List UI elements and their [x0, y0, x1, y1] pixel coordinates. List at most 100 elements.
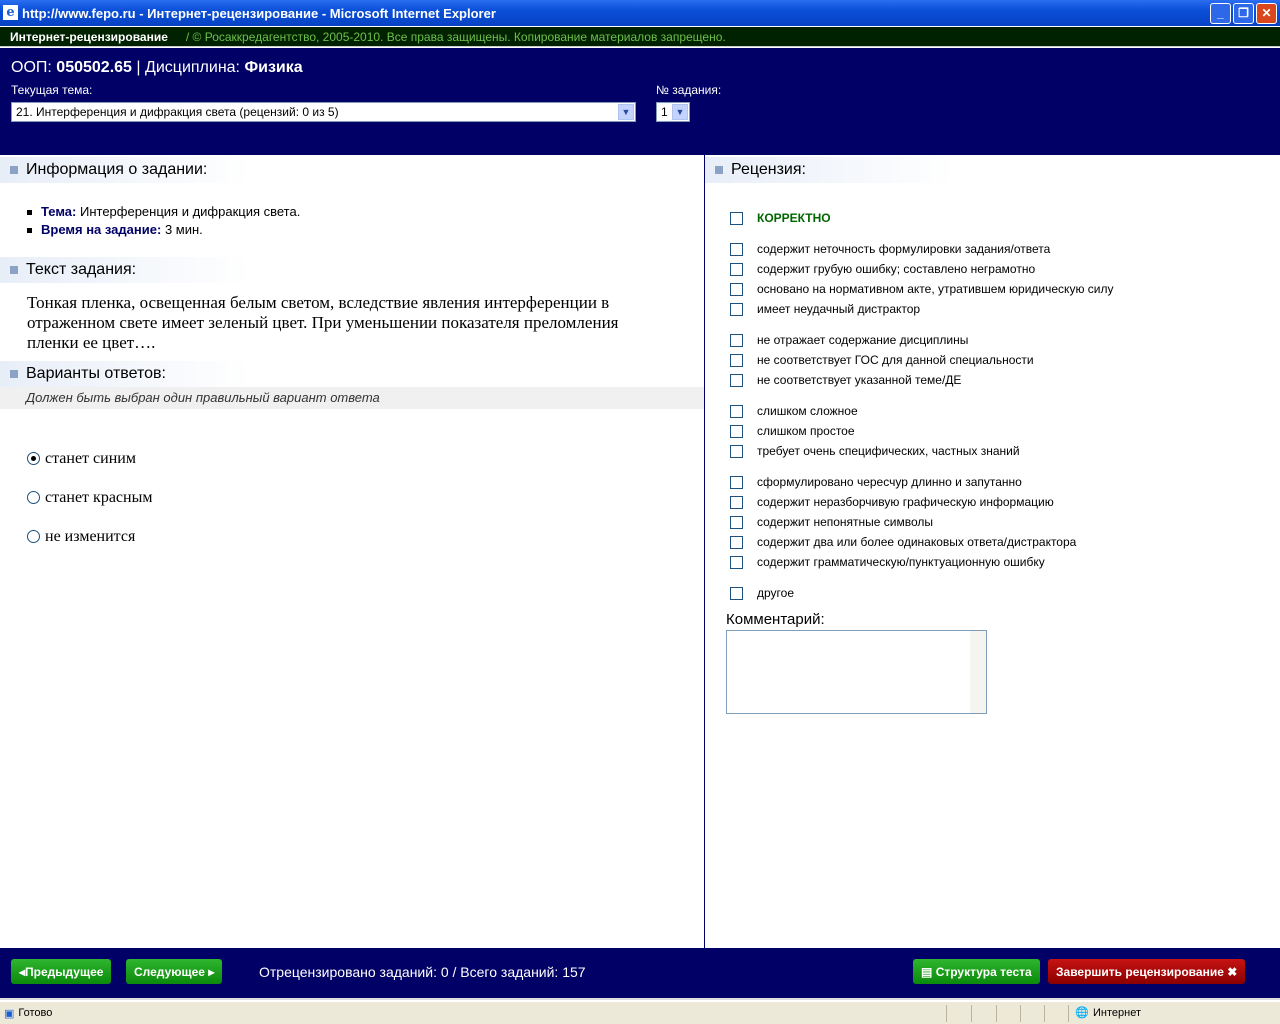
question-text: Тонкая пленка, освещенная белым светом, …	[27, 293, 619, 352]
topic-select[interactable]: 21. Интерференция и дифракция света (рец…	[11, 102, 636, 122]
checkbox-label: содержит два или более одинаковых ответа…	[757, 535, 1077, 549]
copyright: / © Росаккредагентство, 2005-2010. Все п…	[185, 29, 726, 44]
checkbox[interactable]	[730, 586, 743, 600]
checkbox-label: имеет неудачный дистрактор	[757, 302, 921, 316]
status-bar: ▣ Готово 🌐 Интернет	[0, 1002, 1280, 1024]
review-checkbox-item[interactable]: содержит непонятные символы	[730, 512, 1280, 532]
radio[interactable]	[27, 491, 40, 504]
finish-review-button[interactable]: Завершить рецензирование ✖	[1048, 959, 1246, 984]
checkbox[interactable]	[730, 424, 743, 438]
structure-label: Структура теста	[935, 964, 1032, 979]
review-checkbox-item[interactable]: имеет неудачный дистрактор	[730, 299, 1280, 319]
bullet-icon	[10, 370, 18, 378]
answer-options: станет синим станет красным не изменится	[0, 409, 704, 556]
topic-select-value: 21. Интерференция и дифракция света (рец…	[16, 105, 339, 119]
progress-text: Отрецензировано заданий: 0 / Всего задан…	[259, 964, 586, 980]
review-checkbox-item[interactable]: требует очень специфических, частных зна…	[730, 441, 1280, 461]
review-checkbox-item[interactable]: содержит грамматическую/пунктуационную о…	[730, 552, 1280, 572]
checkbox-label: содержит непонятные символы	[757, 515, 934, 529]
checkbox[interactable]	[730, 555, 743, 569]
checkbox[interactable]	[730, 211, 743, 225]
answer-option[interactable]: не изменится	[0, 517, 704, 556]
review-checkbox-item[interactable]: слишком простое	[730, 421, 1280, 441]
review-checkbox-item[interactable]: не соответствует ГОС для данной специаль…	[730, 350, 1280, 370]
info-time-value: 3 мин.	[164, 222, 203, 237]
checkbox[interactable]	[730, 495, 743, 509]
checkbox[interactable]	[730, 333, 743, 347]
section-title: Варианты ответов:	[26, 365, 166, 382]
answers-hint: Должен быть выбран один правильный вариа…	[0, 387, 704, 409]
review-checkbox-item[interactable]: не соответствует указанной теме/ДЕ	[730, 370, 1280, 390]
answer-label: не изменится	[45, 527, 136, 545]
oop-value: 050502.65	[56, 59, 132, 76]
section-title: Рецензия:	[731, 161, 806, 178]
comment-textarea[interactable]	[726, 630, 987, 714]
checkbox[interactable]	[730, 302, 743, 316]
window-titlebar: e http://www.fepo.ru - Интернет-рецензир…	[0, 0, 1280, 26]
info-list: Тема: Интерференция и дифракция света. В…	[0, 183, 704, 239]
task-number-value: 1	[661, 105, 668, 119]
review-checkbox-item[interactable]: содержит неразборчивую графическую инфор…	[730, 492, 1280, 512]
checkbox-label: сформулировано чересчур длинно и запутан…	[757, 475, 1022, 489]
review-checklist: КОРРЕКТНО содержит неточность формулиров…	[705, 183, 1280, 603]
minimize-button[interactable]: _	[1210, 3, 1231, 24]
checkbox[interactable]	[730, 535, 743, 549]
checkbox-label: не соответствует ГОС для данной специаль…	[757, 353, 1034, 367]
section-title: Текст задания:	[26, 261, 137, 278]
review-checkbox-item[interactable]: содержит грубую ошибку; составлено негра…	[730, 259, 1280, 279]
checkbox-label: содержит неточность формулировки задания…	[757, 242, 1051, 256]
previous-button[interactable]: ◂ Предыдущее	[11, 959, 112, 984]
radio[interactable]	[27, 530, 40, 543]
checkbox-label: не соответствует указанной теме/ДЕ	[757, 373, 962, 387]
bullet-icon	[10, 166, 18, 174]
chevron-down-icon: ▼	[672, 104, 688, 120]
comment-label: Комментарий:	[726, 611, 825, 628]
checkbox[interactable]	[730, 353, 743, 367]
next-button[interactable]: Следующее ▸	[126, 959, 223, 984]
info-time: Время на задание: 3 мин.	[27, 221, 704, 239]
checkbox-label: требует очень специфических, частных зна…	[757, 444, 1020, 458]
checkbox[interactable]	[730, 262, 743, 276]
page-icon: ▣	[4, 1007, 15, 1020]
globe-icon: 🌐	[1075, 1007, 1089, 1019]
info-time-label: Время на задание:	[41, 222, 162, 237]
checkbox[interactable]	[730, 282, 743, 296]
review-checkbox-item[interactable]: не отражает содержание дисциплины	[730, 330, 1280, 350]
footer: ◂ Предыдущее Следующее ▸ Отрецензировано …	[0, 948, 1280, 1000]
checkbox[interactable]	[730, 404, 743, 418]
close-button[interactable]: ✕	[1256, 3, 1277, 24]
checkbox-label: другое	[757, 586, 795, 600]
review-checkbox-item[interactable]: другое	[730, 583, 1280, 603]
review-checkbox-item[interactable]: основано на нормативном акте, утратившем…	[730, 279, 1280, 299]
checkbox[interactable]	[730, 515, 743, 529]
header: ООП: 050502.65 | Дисциплина: Физика Теку…	[0, 48, 1280, 155]
checkbox-label: КОРРЕКТНО	[757, 211, 831, 225]
info-topic-value: Интерференция и дифракция света.	[79, 204, 301, 219]
review-checkbox-item[interactable]: содержит неточность формулировки задания…	[730, 239, 1280, 259]
checkbox[interactable]	[730, 444, 743, 458]
checkbox-label: слишком простое	[757, 424, 855, 438]
scrollbar[interactable]	[970, 631, 986, 713]
test-structure-button[interactable]: ▤ Структура теста	[913, 959, 1040, 984]
task-number-select[interactable]: 1 ▼	[656, 102, 690, 122]
bullet-icon	[715, 166, 723, 174]
checkbox[interactable]	[730, 475, 743, 489]
bullet-icon	[10, 266, 18, 274]
ie-icon: e	[3, 5, 18, 20]
arrow-right-icon: ▸	[208, 964, 215, 979]
restore-button[interactable]: ❐	[1233, 3, 1254, 24]
checkbox[interactable]	[730, 373, 743, 387]
checkbox-label: содержит грамматическую/пунктуационную о…	[757, 555, 1045, 569]
review-checkbox-item[interactable]: сформулировано чересчур длинно и запутан…	[730, 472, 1280, 492]
zone-text: Интернет	[1093, 1007, 1141, 1019]
task-pane: Информация о задании: Тема: Интерференци…	[0, 155, 704, 948]
radio-selected[interactable]	[27, 452, 40, 465]
review-checkbox-item[interactable]: содержит два или более одинаковых ответа…	[730, 532, 1280, 552]
checkbox[interactable]	[730, 242, 743, 256]
next-label: Следующее	[134, 964, 205, 979]
answer-option[interactable]: станет синим	[0, 439, 704, 478]
checkbox-correct[interactable]: КОРРЕКТНО	[730, 208, 1280, 228]
review-checkbox-item[interactable]: слишком сложное	[730, 401, 1280, 421]
answer-option[interactable]: станет красным	[0, 478, 704, 517]
previous-label: Предыдущее	[25, 964, 104, 979]
